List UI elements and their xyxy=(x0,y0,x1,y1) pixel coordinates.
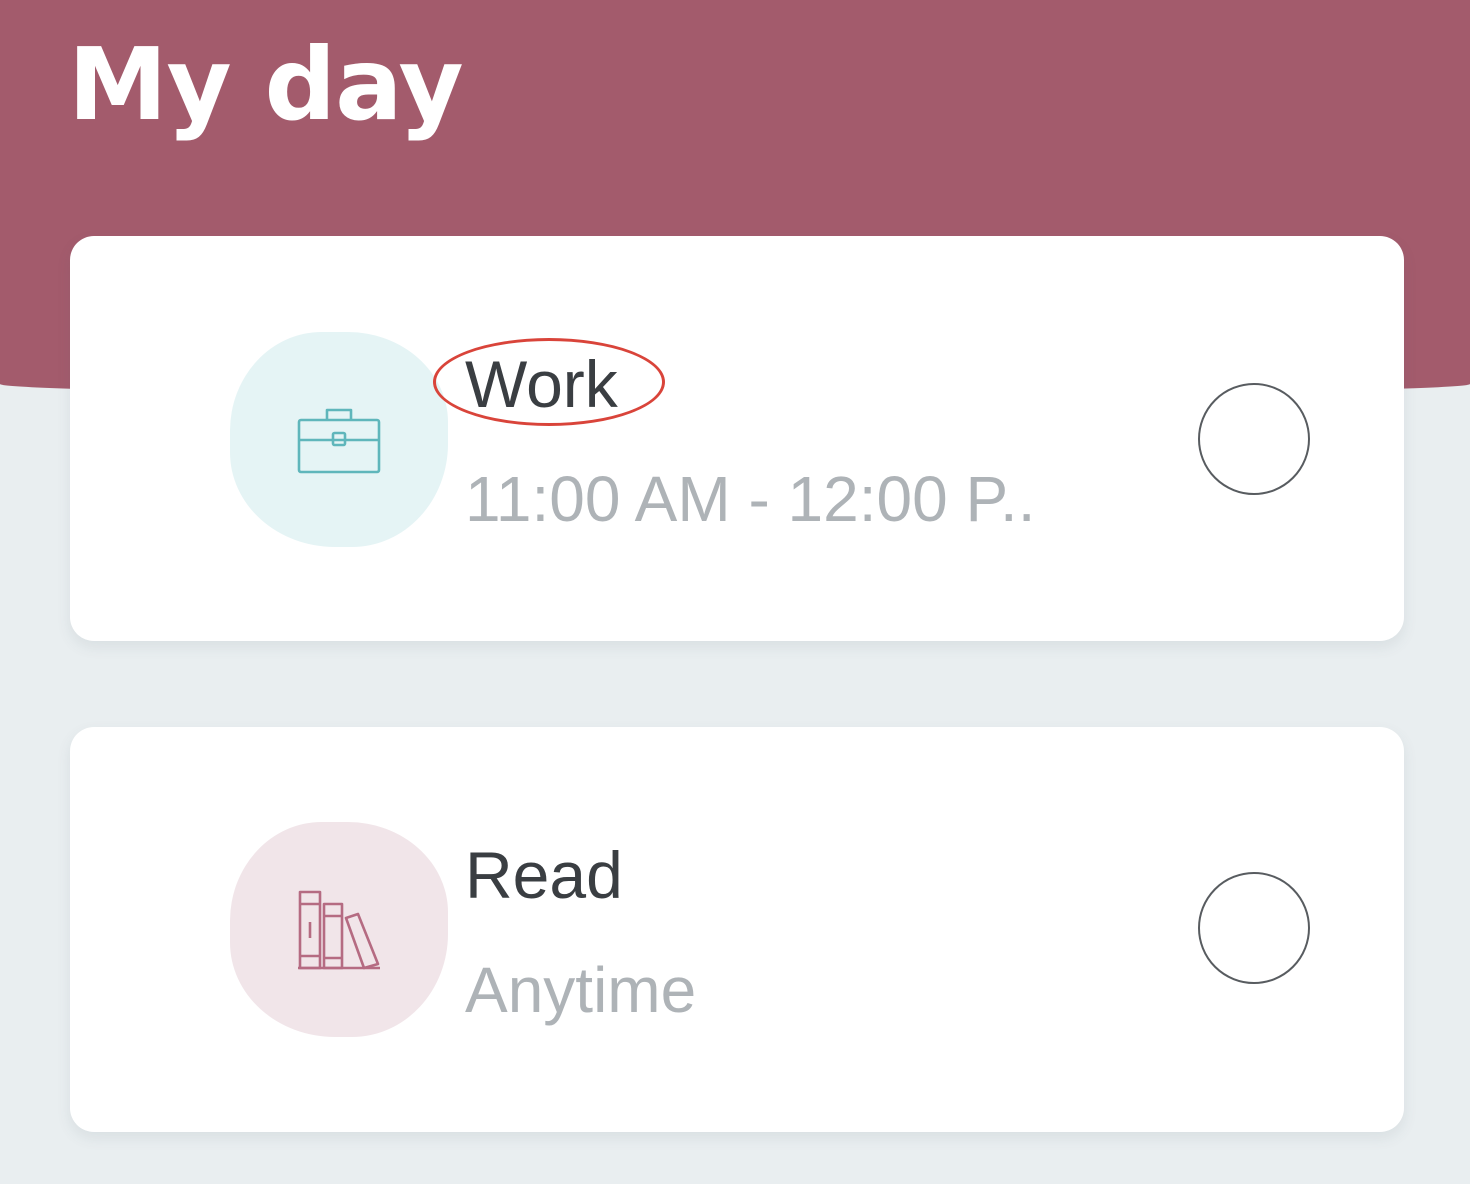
task-icon-container xyxy=(230,822,448,1037)
complete-task-checkbox[interactable] xyxy=(1198,383,1310,495)
page-title: My day xyxy=(68,26,464,143)
complete-task-checkbox[interactable] xyxy=(1198,872,1310,984)
task-card-read[interactable]: Read Anytime xyxy=(70,727,1404,1132)
task-time: 11:00 AM - 12:00 P.. xyxy=(465,463,1036,535)
books-icon xyxy=(298,890,380,969)
task-time: Anytime xyxy=(465,954,697,1026)
task-title: Read xyxy=(465,838,623,912)
task-icon-container xyxy=(230,332,448,547)
task-title: Work xyxy=(465,347,618,421)
briefcase-icon xyxy=(297,408,381,473)
task-card-work[interactable]: Work 11:00 AM - 12:00 P.. xyxy=(70,236,1404,641)
